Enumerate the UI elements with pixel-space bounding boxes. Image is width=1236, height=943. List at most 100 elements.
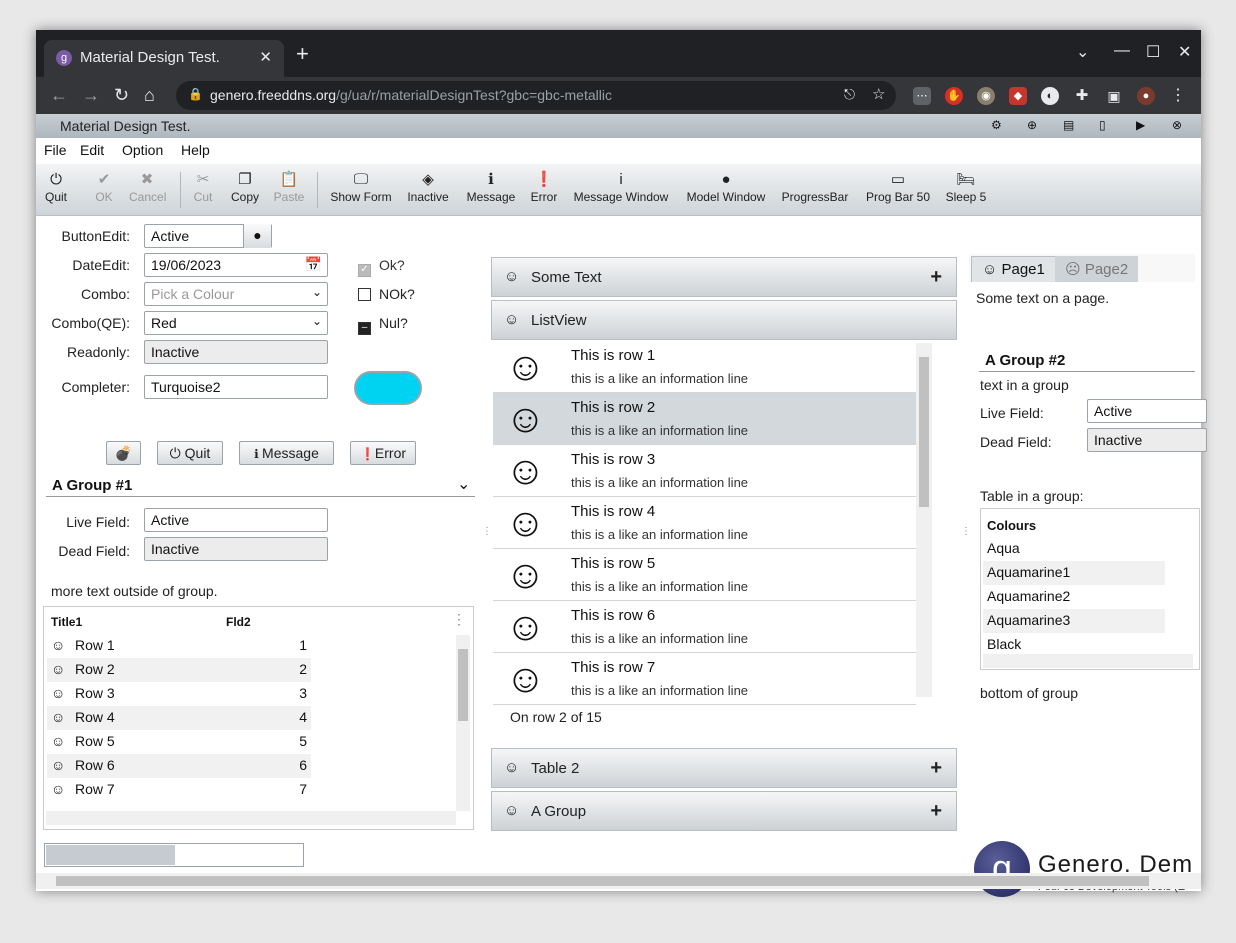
toolbar-paste-button[interactable]: 📋 Paste	[272, 170, 306, 204]
sidepanel-icon[interactable]: ▣	[1105, 87, 1123, 105]
back-icon[interactable]: ←	[50, 85, 68, 106]
menu-file[interactable]: File	[44, 142, 67, 158]
table-row[interactable]: ☺ Row 5 5	[47, 730, 311, 754]
list-item[interactable]: ☺ This is row 3 this is a like an informat…	[493, 445, 916, 497]
extensions-puzzle-icon[interactable]: ✚	[1073, 87, 1091, 105]
bookmark-star-icon[interactable]: ☆	[872, 85, 885, 103]
page-icon[interactable]: ▯	[1099, 118, 1106, 132]
browser-menu-icon[interactable]: ⋮	[1169, 87, 1187, 105]
table1-vscroll-thumb[interactable]	[458, 649, 468, 721]
chevron-down-icon[interactable]: ⌄	[457, 474, 470, 494]
browser-tab[interactable]: g Material Design Test. ✕	[44, 40, 284, 77]
expand-plus-icon[interactable]: +	[930, 266, 942, 289]
home-icon[interactable]: ⌂	[144, 85, 155, 106]
expand-plus-icon[interactable]: +	[930, 800, 942, 823]
folder-a-group[interactable]: ☺ A Group +	[491, 791, 957, 831]
reload-icon[interactable]: ↻	[114, 85, 129, 106]
play-icon[interactable]: ▶	[1136, 118, 1145, 132]
checkbox-nok[interactable]: NOk?	[358, 286, 415, 302]
extension-eyes-icon[interactable]: ◉	[977, 87, 995, 105]
completer-field[interactable]: Turquoise2	[144, 375, 328, 399]
checkbox-ok[interactable]: ✓ Ok?	[358, 257, 405, 277]
table-row[interactable]: ☺ Row 4 4	[47, 706, 311, 730]
close-app-icon[interactable]: ⊗	[1172, 118, 1182, 132]
table-row[interactable]: Aquamarine3	[983, 609, 1165, 633]
table-row[interactable]: Aquamarine1	[983, 561, 1165, 585]
tab-page1[interactable]: ☺ Page1	[971, 256, 1056, 282]
splitter-handle-icon[interactable]: ⋮	[482, 526, 492, 537]
list-item[interactable]: ☺ This is row 5 this is a like an informat…	[493, 549, 916, 601]
toolbar-ok-button[interactable]: ✔ OK	[91, 170, 117, 204]
message-button[interactable]: ℹ Message	[239, 441, 334, 465]
table-row[interactable]: ☺ Row 2 2	[47, 658, 311, 682]
table-row[interactable]: ☺ Row 1 1	[47, 634, 311, 658]
table-row[interactable]: Aquamarine2	[983, 585, 1165, 609]
chevron-down-icon[interactable]: ⌄	[1076, 42, 1089, 62]
menu-edit[interactable]: Edit	[80, 142, 104, 158]
document-icon[interactable]: ▤	[1063, 118, 1074, 132]
toolbar-model-window-button[interactable]: ● Model Window	[685, 170, 767, 204]
colours-hscrollbar[interactable]	[983, 654, 1193, 668]
toolbar-inactive-button[interactable]: ◈ Inactive	[405, 170, 451, 204]
chevron-down-icon[interactable]: ⌄	[312, 285, 322, 299]
quit-button[interactable]: ⏻ Quit	[157, 441, 223, 465]
toolbar-prog-bar-50-button[interactable]: ▭ Prog Bar 50	[865, 170, 931, 204]
table1-header-fld2[interactable]: Fld2	[226, 615, 251, 629]
forward-icon[interactable]: →	[82, 85, 100, 106]
column-menu-icon[interactable]: ⋮	[452, 611, 466, 628]
tab-page2[interactable]: ☹ Page2	[1055, 256, 1139, 282]
live-field-2[interactable]: Active	[1087, 399, 1207, 423]
toolbar-message-button[interactable]: ℹ Message	[465, 170, 517, 204]
dateedit-field[interactable]: 19/06/2023 📅	[144, 253, 328, 277]
page-hscrollbar[interactable]	[36, 873, 1201, 889]
share-icon[interactable]: ⎋	[844, 86, 855, 103]
combo-field[interactable]: Pick a Colour ⌄	[144, 282, 328, 306]
checkbox-nul[interactable]: – Nul?	[358, 315, 408, 335]
toolbar-message-window-button[interactable]: i Message Window	[572, 170, 670, 204]
buttonedit-field[interactable]: Active ●	[144, 224, 272, 248]
listview-vscroll-thumb[interactable]	[919, 357, 929, 507]
minimize-icon[interactable]: —	[1114, 42, 1130, 60]
toolbar-error-button[interactable]: ❗ Error	[530, 170, 558, 204]
maximize-icon[interactable]: ☐	[1146, 42, 1160, 62]
list-item[interactable]: ☺ This is row 6 this is a like an informat…	[493, 601, 916, 653]
table1-hscrollbar[interactable]	[46, 811, 456, 825]
toolbar-cancel-button[interactable]: ✖ Cancel	[129, 170, 166, 204]
table1-header-title1[interactable]: Title1	[51, 615, 82, 629]
close-window-icon[interactable]: ✕	[1178, 42, 1191, 62]
buttonedit-dot-icon[interactable]: ●	[243, 224, 271, 248]
extension-circle-icon[interactable]: ◐	[1041, 87, 1059, 105]
bomb-button[interactable]: 💣	[106, 441, 141, 465]
table1-vscrollbar[interactable]	[456, 635, 470, 811]
toolbar-copy-button[interactable]: ❐ Copy	[230, 170, 260, 204]
listview-vscrollbar[interactable]	[916, 343, 932, 697]
folder-some-text[interactable]: ☺ Some Text +	[491, 257, 957, 297]
expand-plus-icon[interactable]: +	[930, 757, 942, 780]
comboqe-field[interactable]: Red ⌄	[144, 311, 328, 335]
table-row[interactable]: ☺ Row 7 7	[47, 778, 311, 802]
menu-help[interactable]: Help	[181, 142, 210, 158]
live-field[interactable]: Active	[144, 508, 328, 532]
extension-dots-icon[interactable]: ⋯	[913, 87, 931, 105]
calendar-icon[interactable]: 📅	[305, 256, 322, 273]
settings-gear-icon[interactable]: ⚙	[991, 118, 1002, 132]
list-item[interactable]: ☺ This is row 4 this is a like an informat…	[493, 497, 916, 549]
error-button[interactable]: ❗Error	[350, 441, 416, 465]
colour-swatch[interactable]	[354, 371, 422, 405]
list-item[interactable]: ☺ This is row 1 this is a like an informat…	[493, 341, 916, 393]
toolbar-show-form-button[interactable]: 🖵 Show Form	[330, 170, 392, 204]
list-item[interactable]: ☺ This is row 7 this is a like an informat…	[493, 653, 916, 705]
toolbar-cut-button[interactable]: ✂ Cut	[193, 170, 213, 204]
menu-option[interactable]: Option	[122, 142, 163, 158]
chevron-down-icon[interactable]: ⌄	[312, 314, 322, 328]
new-tab-icon[interactable]: +	[296, 43, 309, 65]
toolbar-progressbar-button[interactable]: ProgressBar	[781, 170, 849, 204]
folder-table2[interactable]: ☺ Table 2 +	[491, 748, 957, 788]
extension-shield-icon[interactable]: ◆	[1009, 87, 1027, 105]
folder-listview[interactable]: ☺ ListView	[491, 300, 957, 340]
table-row[interactable]: ☺ Row 6 6	[47, 754, 311, 778]
page-hscroll-thumb[interactable]	[56, 876, 1149, 886]
profile-avatar[interactable]: ●	[1137, 87, 1155, 105]
colours-header[interactable]: Colours	[987, 518, 1036, 533]
url-field[interactable]: 🔒 genero.freeddns.org/g/ua/r/materialDes…	[176, 81, 896, 110]
